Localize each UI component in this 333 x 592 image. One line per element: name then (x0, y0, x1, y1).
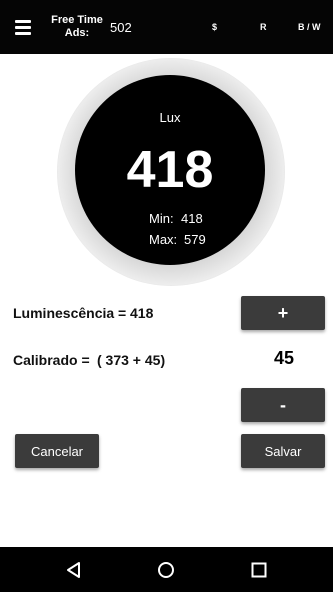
back-triangle-icon[interactable] (65, 561, 83, 579)
decrease-button[interactable]: - (241, 388, 325, 422)
menu-line (15, 26, 31, 29)
calibrated-label: Calibrado = (13, 352, 90, 368)
cancel-button[interactable]: Cancelar (15, 434, 99, 468)
ads-label-line2: Ads: (64, 27, 90, 39)
calibrated-formula: ( 373 + 45) (97, 352, 166, 368)
min-label: Min: (149, 211, 174, 226)
home-circle-icon[interactable] (157, 561, 175, 579)
save-button[interactable]: Salvar (241, 434, 325, 468)
top-app-bar: Free Time Ads: 502 $ R B / W (0, 0, 333, 54)
gauge-unit-label: Lux (159, 110, 181, 125)
ads-label-line1: Free Time (51, 14, 103, 26)
increase-button[interactable]: + (241, 296, 325, 330)
free-time-ads-value: 502 (110, 20, 132, 35)
max-label: Max: (149, 232, 178, 247)
luminescence-label: Luminescência = (13, 305, 127, 321)
black-white-button[interactable]: B / W (298, 22, 321, 32)
hamburger-menu-icon[interactable] (10, 17, 38, 41)
recent-apps-square-icon[interactable] (250, 561, 268, 579)
lux-reading: 418 (126, 141, 214, 199)
r-button[interactable]: R (260, 22, 267, 32)
free-time-ads-label: Free Time Ads: (50, 14, 104, 40)
system-navigation-bar (0, 547, 333, 592)
luminescence-value: 418 (130, 305, 154, 321)
calibration-offset-value: 45 (273, 348, 295, 368)
menu-line (15, 32, 31, 35)
dollar-button[interactable]: $ (212, 22, 217, 32)
min-value: 418 (181, 211, 203, 226)
menu-line (15, 20, 31, 23)
max-value: 579 (184, 232, 206, 247)
